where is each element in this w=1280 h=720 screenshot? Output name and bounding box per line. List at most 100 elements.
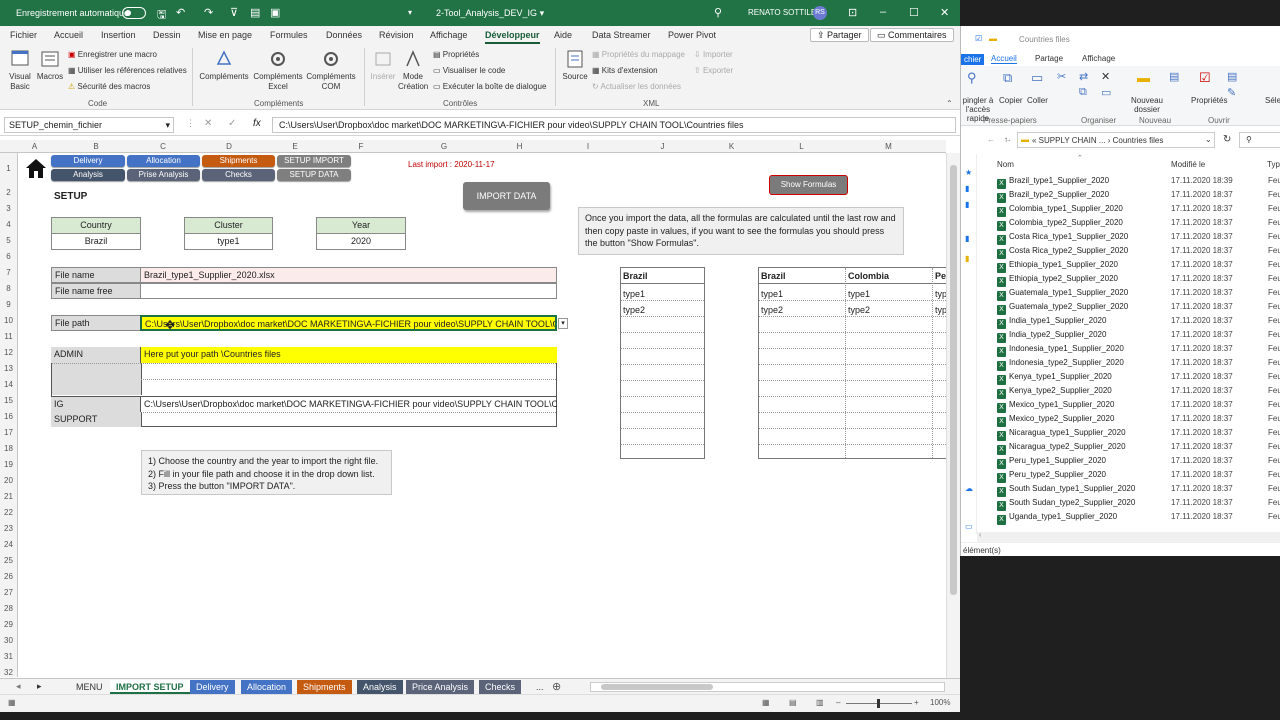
column-header[interactable]: I (556, 142, 620, 151)
extension-packs-button[interactable]: ▦ Kits d'extension (592, 66, 658, 75)
next-sheet-icon[interactable]: ▸ (37, 681, 42, 692)
file-row[interactable]: X Indonesia_type2_Supplier_2020 17.11.2020… (961, 356, 1280, 371)
tab-donnees[interactable]: Données (326, 30, 362, 40)
share-button[interactable]: ⇪ Partager (810, 28, 869, 42)
checkbox-icon[interactable]: ☑ (975, 34, 982, 43)
file-row[interactable]: X Costa Rica_type1_Supplier_2020 17.11.202… (961, 230, 1280, 245)
comments-button[interactable]: ▭ Commentaires (870, 28, 954, 42)
tab-power-pivot[interactable]: Power Pivot (668, 30, 716, 40)
column-header[interactable]: A (18, 142, 51, 151)
import-button[interactable]: ⇩ Importer (694, 50, 733, 59)
formula-input[interactable]: C:\Users\User\Dropbox\doc market\DOC MAR… (272, 117, 956, 133)
new-item-icon[interactable]: ▤ (1169, 70, 1179, 83)
breadcrumb-item[interactable]: SUPPLY CHAIN ... (1039, 136, 1106, 145)
visual-basic-button[interactable]: Visual Basic (6, 48, 34, 92)
new-folder-icon[interactable]: ▬ (1137, 70, 1150, 85)
shipments-nav-button[interactable]: Shipments (202, 155, 275, 167)
view-code-button[interactable]: ▭ Visualiser le code (433, 66, 505, 75)
prise-analysis-nav-button[interactable]: Prise Analysis (127, 169, 200, 181)
run-dialog-button[interactable]: ▭ Exécuter la boîte de dialogue (433, 82, 546, 91)
sheet-tab-allocation[interactable]: Allocation (241, 680, 293, 694)
chevron-down-icon[interactable]: ⌄ (1205, 135, 1212, 144)
edit-icon[interactable]: ✎ (1227, 86, 1236, 99)
ribbon-display-icon[interactable]: ⊡ (848, 6, 857, 19)
paste-icon[interactable]: ▭ (1031, 70, 1043, 86)
row-header[interactable]: 25 (0, 556, 17, 565)
column-name[interactable]: Nom (997, 160, 1014, 169)
search-box[interactable]: ⚲ (1239, 132, 1280, 148)
row-header[interactable]: 27 (0, 588, 17, 597)
horizontal-scrollbar[interactable] (590, 682, 945, 692)
row-header[interactable]: 19 (0, 460, 17, 469)
tab-accueil[interactable]: Accueil (991, 54, 1017, 64)
filter-icon[interactable]: ⊽ (230, 6, 238, 19)
zoom-level[interactable]: 100% (930, 698, 950, 707)
search-icon[interactable]: ⚲ (714, 6, 722, 19)
table-cell[interactable]: type2 (761, 305, 783, 315)
relative-refs-button[interactable]: ▦ Utiliser les références relatives (68, 66, 187, 75)
zoom-out-icon[interactable]: – (836, 698, 840, 707)
column-header[interactable]: C (141, 142, 185, 151)
ig-path-value[interactable]: C:\Users\User\Dropbox\doc market\DOC MAR… (140, 396, 557, 412)
row-header[interactable]: 28 (0, 604, 17, 613)
delivery-nav-button[interactable]: Delivery (51, 155, 125, 167)
row-header[interactable]: 17 (0, 428, 17, 437)
refresh-data-button[interactable]: ↻ Actualiser les données (592, 82, 681, 91)
row-header[interactable]: 30 (0, 636, 17, 645)
table-cell[interactable]: type2 (623, 305, 645, 315)
tab-dessin[interactable]: Dessin (153, 30, 181, 40)
row-header[interactable]: 8 (0, 284, 17, 293)
file-row[interactable]: X Colombia_type2_Supplier_2020 17.11.2020 … (961, 216, 1280, 231)
file-row[interactable]: X South Sudan_type1_Supplier_2020 17.11.20… (961, 482, 1280, 497)
quick-access-icon[interactable]: ▤ (250, 6, 260, 19)
tab-aide[interactable]: Aide (554, 30, 572, 40)
row-header[interactable]: 4 (0, 220, 17, 229)
column-header[interactable]: K (705, 142, 758, 151)
up-icon[interactable]: ↑ (1004, 135, 1008, 144)
macro-security-button[interactable]: ⚠ Sécurité des macros (68, 82, 150, 91)
breadcrumb-item[interactable]: Countries files (1113, 136, 1164, 145)
column-header[interactable]: G (405, 142, 483, 151)
table-cell[interactable]: type1 (848, 289, 870, 299)
file-row[interactable]: X Ethiopia_type1_Supplier_2020 17.11.2020 … (961, 258, 1280, 273)
design-mode-button[interactable]: Mode Création (398, 48, 428, 92)
row-header[interactable]: 13 (0, 364, 17, 373)
file-row[interactable]: X Uganda_type1_Supplier_2020 17.11.2020 18… (961, 510, 1280, 525)
properties-button[interactable]: ▤ Propriétés (433, 50, 479, 59)
rename-icon[interactable]: ▭ (1101, 86, 1111, 99)
zoom-slider-handle[interactable] (877, 699, 880, 708)
avatar[interactable]: RS (813, 6, 827, 20)
record-macro-button[interactable]: ▣ Enregistrer une macro (68, 50, 157, 59)
row-header[interactable]: 15 (0, 396, 17, 405)
add-sheet-icon[interactable]: ⊕ (552, 680, 561, 693)
copy-icon[interactable]: ⧉ (1003, 70, 1012, 86)
admin-path-value[interactable]: Here put your path \Countries files (140, 347, 557, 363)
row-header[interactable]: 21 (0, 492, 17, 501)
show-formulas-button[interactable]: Show Formulas (769, 175, 848, 195)
file-row[interactable]: X Guatemala_type2_Supplier_2020 17.11.2020… (961, 300, 1280, 315)
file-row[interactable]: X Mexico_type2_Supplier_2020 17.11.2020 18… (961, 412, 1280, 427)
maximize-icon[interactable]: ☐ (909, 6, 919, 19)
file-row[interactable]: X Colombia_type1_Supplier_2020 17.11.2020 … (961, 202, 1280, 217)
file-name[interactable]: X Uganda_type1_Supplier_2020 (997, 512, 1117, 525)
autosave-toggle[interactable] (122, 7, 146, 19)
row-header[interactable]: 20 (0, 476, 17, 485)
row-header[interactable]: 12 (0, 348, 17, 357)
vertical-scrollbar[interactable] (946, 153, 960, 678)
year-field[interactable]: 2020 (316, 233, 406, 250)
tab-data-streamer[interactable]: Data Streamer (592, 30, 651, 40)
row-header[interactable]: 14 (0, 380, 17, 389)
column-header[interactable]: M (845, 142, 932, 151)
row-header[interactable]: 26 (0, 572, 17, 581)
copy-to-icon[interactable]: ⧉ (1079, 86, 1087, 99)
checks-nav-button[interactable]: Checks (202, 169, 275, 181)
excel-addins-button[interactable]: Compléments Excel (252, 48, 304, 92)
row-header[interactable]: 18 (0, 444, 17, 453)
tab-accueil[interactable]: Accueil (54, 30, 83, 40)
file-row[interactable]: X Kenya_type2_Supplier_2020 17.11.2020 18:… (961, 384, 1280, 399)
export-button[interactable]: ⇧ Exporter (694, 66, 733, 75)
dropdown-arrow-icon[interactable]: ▾ (558, 318, 568, 329)
column-header[interactable]: J (620, 142, 705, 151)
cancel-icon[interactable]: ✕ (204, 118, 212, 129)
row-header[interactable]: 29 (0, 620, 17, 629)
